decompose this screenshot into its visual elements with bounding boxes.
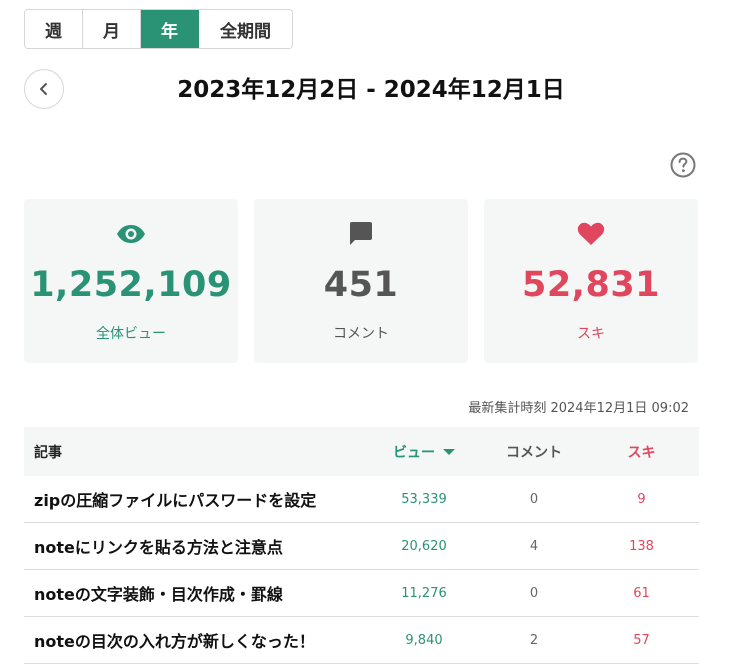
header-likes[interactable]: スキ: [584, 442, 699, 462]
article-views: 9,840: [405, 632, 443, 648]
date-range-title: 2023年12月2日 - 2024年12月1日: [177, 77, 565, 103]
likes-stat-card: 52,831 スキ: [484, 199, 698, 363]
article-comments: 2: [529, 632, 539, 648]
header-views-label: ビュー: [393, 444, 435, 461]
table-row[interactable]: zipの圧縮ファイルにパスワードを設定 53,339 0 9: [24, 476, 699, 523]
article-comments: 0: [529, 491, 539, 507]
article-likes: 57: [633, 632, 650, 648]
article-likes: 9: [637, 491, 646, 507]
article-title[interactable]: zipの圧縮ファイルにパスワードを設定: [24, 487, 364, 511]
article-title[interactable]: noteの目次の入れ方が新しくなった！: [24, 628, 364, 652]
tab-month[interactable]: 月: [83, 10, 141, 48]
header-comments[interactable]: コメント: [484, 442, 584, 462]
article-title[interactable]: noteにリンクを貼る方法と注意点: [24, 534, 364, 558]
sort-desc-icon: [443, 448, 455, 455]
article-views: 20,620: [401, 538, 447, 554]
table-header: 記事 ビュー コメント スキ: [24, 427, 699, 476]
views-stat-card: 1,252,109 全体ビュー: [24, 199, 238, 363]
table-row[interactable]: noteの文字装飾・目次作成・罫線 11,276 0 61: [24, 570, 699, 617]
heart-icon: [576, 221, 606, 247]
comments-total: 451: [323, 265, 399, 305]
likes-label: スキ: [577, 326, 605, 342]
tab-all-time[interactable]: 全期間: [199, 10, 292, 48]
tab-year[interactable]: 年: [141, 10, 199, 48]
period-tabs: 週 月 年 全期間: [24, 9, 293, 49]
articles-table: 記事 ビュー コメント スキ zipの圧縮ファイルにパスワードを設定 53,33…: [24, 427, 699, 664]
previous-period-button[interactable]: [24, 69, 64, 109]
comments-label: コメント: [333, 326, 389, 342]
table-row[interactable]: noteの目次の入れ方が新しくなった！ 9,840 2 57: [24, 617, 699, 664]
article-views: 53,339: [401, 491, 447, 507]
article-comments: 0: [529, 585, 539, 601]
table-row[interactable]: noteにリンクを貼る方法と注意点 20,620 4 138: [24, 523, 699, 570]
header-title: 記事: [34, 444, 62, 461]
article-comments: 4: [529, 538, 539, 554]
comment-icon: [346, 221, 376, 247]
article-title[interactable]: noteの文字装飾・目次作成・罫線: [24, 581, 364, 605]
likes-total: 52,831: [521, 265, 661, 305]
eye-icon: [116, 221, 146, 247]
article-likes: 61: [633, 585, 650, 601]
help-icon[interactable]: [670, 152, 696, 178]
last-updated-timestamp: 最新集計時刻 2024年12月1日 09:02: [468, 401, 689, 416]
tab-week[interactable]: 週: [25, 10, 83, 48]
chevron-left-icon: [40, 83, 47, 95]
article-views: 11,276: [401, 585, 447, 601]
article-likes: 138: [629, 538, 654, 554]
comments-stat-card: 451 コメント: [254, 199, 468, 363]
header-views-sort[interactable]: ビュー: [364, 442, 484, 462]
views-label: 全体ビュー: [96, 326, 166, 342]
views-total: 1,252,109: [30, 265, 232, 305]
